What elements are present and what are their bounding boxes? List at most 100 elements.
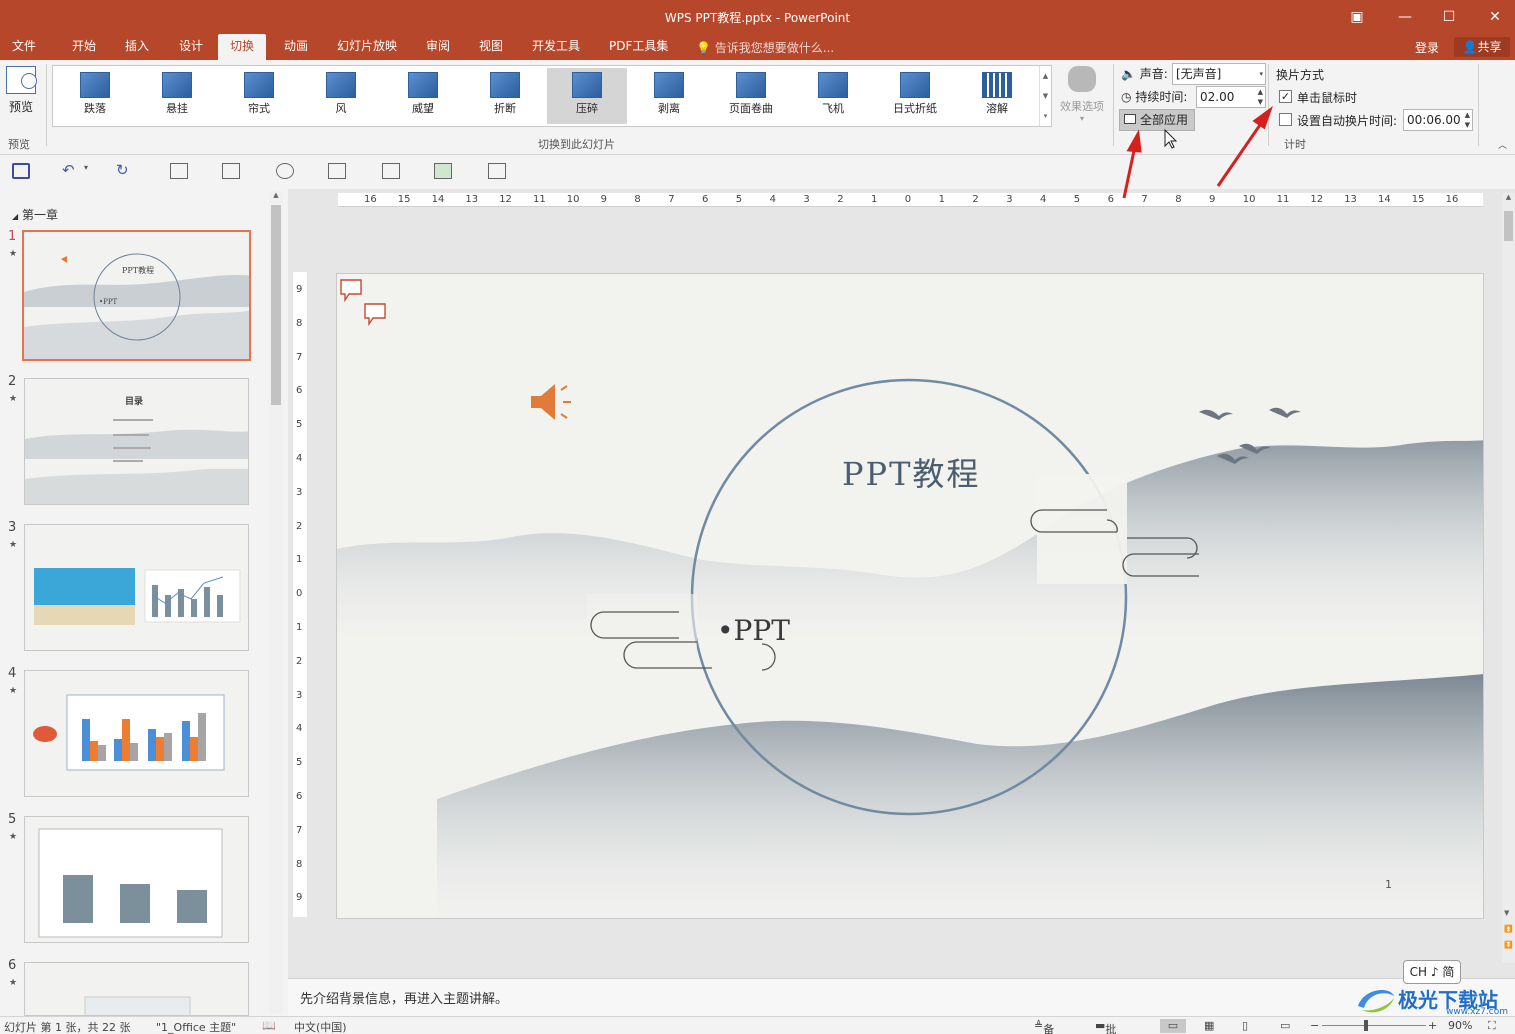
- tab-insert[interactable]: 插入: [123, 34, 151, 60]
- minimize-icon[interactable]: —: [1390, 6, 1420, 28]
- slide-thumbnail-4[interactable]: [24, 670, 249, 797]
- repeat-icon[interactable]: ↻: [116, 163, 134, 179]
- transition-crush[interactable]: 压碎: [547, 68, 627, 124]
- login-link[interactable]: 登录: [1415, 39, 1439, 56]
- zoom-preview-icon[interactable]: [382, 163, 400, 179]
- ribbon-display-icon[interactable]: ▣: [1342, 6, 1372, 28]
- zoom-in-icon[interactable]: +: [1428, 1019, 1437, 1032]
- tab-review[interactable]: 审阅: [424, 34, 452, 60]
- transition-origami[interactable]: 日式折纸: [875, 68, 955, 124]
- undo-icon[interactable]: ↶: [62, 163, 80, 179]
- slide-thumbnail-2[interactable]: 目录: [24, 378, 249, 505]
- slideshow-icon[interactable]: [276, 163, 294, 179]
- maximize-icon[interactable]: ☐: [1434, 6, 1464, 28]
- transition-drape[interactable]: 悬挂: [137, 68, 217, 124]
- notes-toggle-label: 备注: [1043, 1023, 1055, 1034]
- tab-slideshow[interactable]: 幻灯片放映: [335, 34, 399, 60]
- ruler-tick-label: 1: [296, 554, 303, 566]
- notes-pane[interactable]: 先介绍背景信息，再进入主题讲解。: [288, 978, 1515, 1016]
- tab-home[interactable]: 开始: [70, 34, 98, 60]
- prev-slide-icon[interactable]: ⏫: [1504, 925, 1513, 933]
- transition-curtains[interactable]: 帘式: [219, 68, 299, 124]
- auto-after-checkbox[interactable]: [1279, 113, 1292, 126]
- current-slide[interactable]: PPT教程 •PPT 1: [336, 273, 1484, 919]
- duration-value: 02.00: [1200, 90, 1235, 104]
- collapse-triangle-icon[interactable]: ◢: [12, 212, 18, 221]
- scroll-up-icon[interactable]: ▲: [1502, 193, 1515, 201]
- ruler-tick-label: 5: [296, 757, 303, 769]
- normal-view-icon[interactable]: ▭: [1160, 1019, 1186, 1033]
- transition-prestige[interactable]: 威望: [383, 68, 463, 124]
- scrollbar-thumb[interactable]: [1504, 211, 1513, 241]
- gallery-up-icon[interactable]: ▲: [1040, 66, 1051, 86]
- reading-view-icon[interactable]: ▯: [1242, 1019, 1248, 1032]
- close-icon[interactable]: ✕: [1480, 6, 1510, 28]
- collapse-ribbon-icon[interactable]: ︿: [1498, 138, 1507, 151]
- transition-fall-over[interactable]: 跌落: [55, 68, 135, 124]
- slide-thumbnail-1[interactable]: PPT教程 •PPT: [22, 230, 251, 361]
- slide-thumbnail-5[interactable]: [24, 816, 249, 943]
- transition-wind[interactable]: 风: [301, 68, 381, 124]
- ime-indicator[interactable]: CH ♪ 简: [1403, 960, 1461, 984]
- notes-text[interactable]: 先介绍背景信息，再进入主题讲解。: [300, 988, 508, 1007]
- apply-all-button[interactable]: 全部应用: [1119, 109, 1195, 131]
- slide-title[interactable]: PPT教程: [842, 449, 980, 495]
- slides-pane-scrollbar[interactable]: ▲: [269, 191, 283, 1013]
- editor-scrollbar[interactable]: ▲ ▼ ⏫ ⏬: [1502, 193, 1515, 963]
- comments-toggle[interactable]: ▬ 批注: [1095, 1019, 1116, 1034]
- section-title[interactable]: ◢ 第一章: [12, 206, 58, 223]
- preview-button[interactable]: 预览: [3, 66, 39, 120]
- tab-view[interactable]: 视图: [477, 34, 505, 60]
- check-icon[interactable]: [434, 163, 452, 179]
- zoom-slider[interactable]: [1322, 1025, 1426, 1026]
- tab-design[interactable]: 设计: [177, 34, 205, 60]
- share-button[interactable]: 👤共享: [1454, 37, 1510, 57]
- sound-select[interactable]: [无声音] ▾: [1172, 63, 1266, 85]
- gallery-down-icon[interactable]: ▼: [1040, 86, 1051, 106]
- zoom-level[interactable]: 90%: [1448, 1019, 1472, 1032]
- slide-sorter-icon[interactable]: ▦: [1204, 1019, 1214, 1032]
- on-click-checkbox[interactable]: ✓: [1279, 90, 1292, 103]
- new-slide-icon[interactable]: [170, 163, 188, 179]
- fit-to-window-icon[interactable]: ⛶: [1488, 1019, 1496, 1033]
- save-icon[interactable]: [12, 163, 30, 179]
- next-slide-icon[interactable]: ⏬: [1504, 941, 1513, 949]
- zoom-out-icon[interactable]: −: [1310, 1019, 1319, 1032]
- tab-developer[interactable]: 开发工具: [530, 34, 582, 60]
- effect-options-button[interactable]: 效果选项 ▾: [1056, 66, 1108, 123]
- slide-thumbnail-3[interactable]: [24, 524, 249, 651]
- tab-transitions[interactable]: 切换: [218, 34, 267, 60]
- zoom-slider-thumb[interactable]: [1364, 1020, 1368, 1031]
- tab-pdf-tools[interactable]: PDF工具集: [607, 34, 670, 60]
- tab-file[interactable]: 文件: [10, 34, 38, 60]
- slide-subtitle[interactable]: •PPT: [717, 614, 790, 647]
- transition-dissolve[interactable]: 溶解: [957, 68, 1037, 124]
- stepper-arrows-icon[interactable]: ▲ ▼: [1465, 110, 1470, 130]
- layout-icon[interactable]: [222, 163, 240, 179]
- transition-label: 飞机: [822, 102, 844, 115]
- status-bar: 幻灯片 第 1 张，共 22 张 "1_Office 主题" 📖 中文(中国) …: [0, 1016, 1515, 1034]
- auto-after-stepper[interactable]: 00:06.00 ▲ ▼: [1403, 109, 1473, 131]
- gallery-more-icon[interactable]: ▾: [1040, 106, 1051, 126]
- duration-stepper[interactable]: 02.00 ▲ ▼: [1196, 86, 1266, 108]
- slideshow-view-icon[interactable]: ▭: [1280, 1019, 1290, 1032]
- stepper-arrows-icon[interactable]: ▲ ▼: [1258, 87, 1263, 107]
- slide-thumbnail-6[interactable]: [24, 962, 249, 1016]
- tell-me-box[interactable]: 💡 告诉我您想要做什么...: [696, 39, 834, 56]
- presenter-icon[interactable]: [328, 163, 346, 179]
- transition-page-curl[interactable]: 页面卷曲: [711, 68, 791, 124]
- tab-animations[interactable]: 动画: [282, 34, 310, 60]
- notes-toggle[interactable]: ≜ 备注: [1034, 1019, 1054, 1034]
- ruler-tick-label: 3: [803, 194, 810, 205]
- spellcheck-icon[interactable]: 📖: [262, 1019, 276, 1032]
- scrollbar-thumb[interactable]: [271, 205, 281, 405]
- language[interactable]: 中文(中国): [294, 1019, 347, 1034]
- scroll-up-icon[interactable]: ▲: [269, 191, 283, 199]
- document-link-icon[interactable]: [488, 163, 506, 179]
- undo-dropdown-icon[interactable]: ▾: [84, 163, 102, 179]
- transition-fracture[interactable]: 折断: [465, 68, 545, 124]
- scroll-down-icon[interactable]: ▼: [1504, 909, 1509, 917]
- transition-peel-off[interactable]: 剥离: [629, 68, 709, 124]
- gallery-scrollbar[interactable]: ▲ ▼ ▾: [1039, 66, 1051, 126]
- transition-airplane[interactable]: 飞机: [793, 68, 873, 124]
